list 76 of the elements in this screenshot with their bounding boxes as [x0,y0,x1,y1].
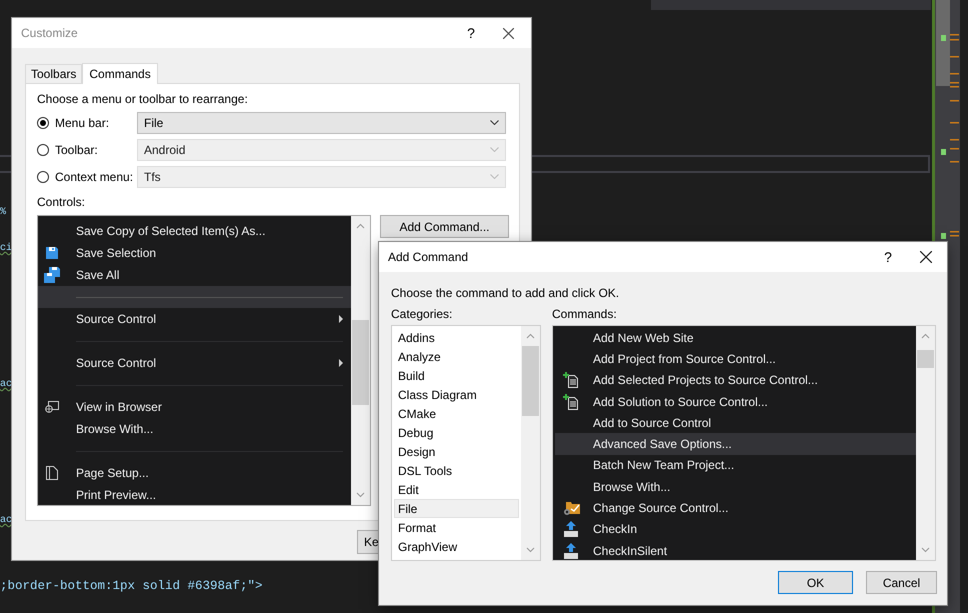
menu-item[interactable]: View in Browser [38,396,351,418]
command-item[interactable]: Advanced Save Options... [555,433,916,455]
folder-gear-icon [562,500,580,516]
chevron-down-icon [490,174,499,179]
menu-item[interactable]: Save Copy of Selected Item(s) As... [38,220,351,242]
menu-item[interactable]: Print Preview... [38,484,351,505]
command-item[interactable]: Batch New Team Project... [555,454,916,476]
tab[interactable]: Toolbars [25,64,82,83]
close-icon[interactable] [920,251,932,263]
category-item[interactable]: CMake [394,404,519,423]
prompt-text: Choose the command to add and click OK. [391,286,620,300]
category-item[interactable]: DSL Tools [394,461,519,480]
categories-label: Categories: [391,307,454,321]
ok-button[interactable]: OK [778,571,853,594]
command-item[interactable]: Add Project from Source Control... [555,348,916,370]
browser-window-icon [45,401,59,413]
category-item[interactable]: Edit [394,480,519,499]
floppy-disks-icon [44,267,60,283]
upload-arrow-icon [564,521,578,538]
controls-label: Controls: [37,195,86,209]
window-title: Add Command [388,250,470,264]
dialog-button[interactable]: Ke [357,530,379,554]
category-item[interactable]: Design [394,442,519,461]
scrollbar[interactable] [521,326,540,560]
command-item[interactable]: Add to Source Control [555,412,916,434]
radio-button[interactable] [37,116,49,128]
submenu-arrow-icon [339,359,343,367]
radio-label: Menu bar: [55,116,110,130]
prompt-text: Choose a menu or toolbar to rearrange: [37,92,249,106]
add-command-button[interactable]: Add Command... [380,215,509,238]
code-line: ;border-bottom:1px solid #6398af;"> [0,579,263,593]
category-item[interactable]: Class Diagram [394,385,519,404]
scrollbar[interactable] [351,216,370,505]
separator-row[interactable] [38,286,351,308]
command-item[interactable]: Add Selected Projects to Source Control... [555,370,916,391]
document-plus-icon [563,394,579,410]
menu-item[interactable]: Page Setup... [38,462,351,484]
commands-label: Commands: [552,307,618,321]
category-item[interactable]: File [394,499,519,518]
menu-item[interactable]: Browse With... [38,418,351,440]
cancel-button[interactable]: Cancel [866,571,937,594]
code-text: ci [0,243,12,254]
radio-label: Toolbar: [55,142,99,156]
page-icon [46,466,58,480]
category-item[interactable]: Addins [394,328,519,347]
command-item[interactable]: CheckInSilent [555,540,916,560]
dropdown[interactable]: File [137,112,506,134]
radio-label: Context menu: [55,170,134,184]
menu-item[interactable]: Save All [38,264,351,286]
close-icon[interactable] [503,28,514,38]
chevron-down-icon [490,147,499,152]
command-item[interactable]: CheckIn [555,518,916,540]
submenu-arrow-icon [339,315,343,323]
help-button[interactable]: ? [461,25,481,41]
code-text: ac [0,379,12,390]
code-text: % [0,207,8,218]
document-plus-icon [563,372,579,388]
category-item[interactable]: Format [394,518,519,537]
command-item[interactable]: Add Solution to Source Control... [555,390,916,412]
menu-item[interactable]: Source Control [38,308,351,330]
code-text: ac [0,515,12,526]
category-item[interactable]: Build [394,366,519,385]
command-item[interactable]: Change Source Control... [555,497,916,519]
menu-item[interactable]: Source Control [38,352,351,374]
command-item[interactable]: Add New Web Site [555,327,916,348]
command-item[interactable]: Browse With... [555,476,916,498]
help-button[interactable]: ? [878,249,898,265]
category-item[interactable]: Debug [394,423,519,442]
window-title: Customize [21,26,79,40]
upload-arrow-icon [564,542,578,559]
menu-item[interactable]: Save Selection [38,242,351,264]
category-item[interactable]: GraphView [394,537,519,556]
category-item[interactable]: Analyze [394,347,519,366]
tab[interactable]: Commands [82,63,158,84]
chevron-down-icon [490,120,499,125]
scrollbar[interactable] [916,326,935,560]
